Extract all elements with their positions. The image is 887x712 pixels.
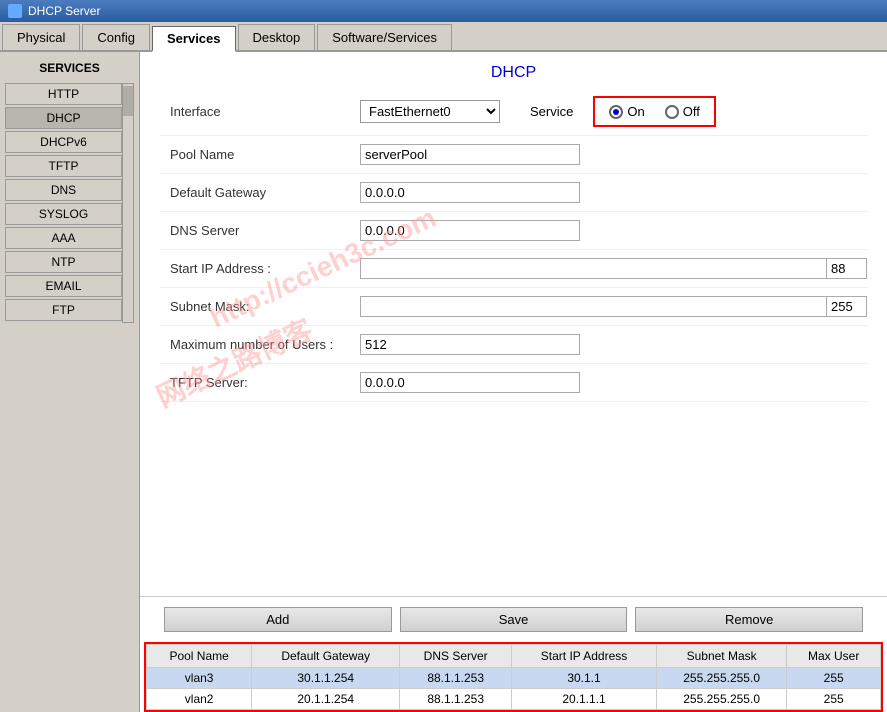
- cell-pool-name: vlan2: [147, 689, 252, 710]
- default-gateway-row: Default Gateway: [160, 174, 867, 212]
- dns-server-row: DNS Server: [160, 212, 867, 250]
- tftp-server-value: [360, 372, 867, 393]
- cell-max-user: 255: [787, 689, 881, 710]
- sidebar-item-aaa[interactable]: AAA: [5, 227, 122, 249]
- content-area: DHCP Interface FastEthernet0 Service On: [140, 52, 887, 712]
- sidebar-list: HTTP DHCP DHCPv6 TFTP DNS SYSLOG AAA NTP…: [5, 83, 122, 323]
- sidebar-item-dns[interactable]: DNS: [5, 179, 122, 201]
- save-button[interactable]: Save: [400, 607, 628, 632]
- sidebar-scrollbar[interactable]: [122, 83, 134, 323]
- title-bar: DHCP Server: [0, 0, 887, 22]
- pool-name-value: [360, 144, 867, 165]
- cell-default-gateway: 30.1.1.254: [252, 668, 400, 689]
- dhcp-table: Pool Name Default Gateway DNS Server Sta…: [146, 644, 881, 710]
- table-header-row: Pool Name Default Gateway DNS Server Sta…: [147, 645, 881, 668]
- col-pool-name: Pool Name: [147, 645, 252, 668]
- service-off-label: Off: [683, 104, 700, 119]
- max-users-value: [360, 334, 867, 355]
- cell-subnet-mask: 255.255.255.0: [656, 689, 787, 710]
- subnet-mask-row: Subnet Mask: 255: [160, 288, 867, 326]
- sidebar-scroll: HTTP DHCP DHCPv6 TFTP DNS SYSLOG AAA NTP…: [5, 83, 134, 323]
- sidebar-item-syslog[interactable]: SYSLOG: [5, 203, 122, 225]
- cell-dns-server: 88.1.1.253: [400, 689, 512, 710]
- sidebar: SERVICES HTTP DHCP DHCPv6 TFTP DNS SYSLO…: [0, 52, 140, 712]
- tab-physical[interactable]: Physical: [2, 24, 80, 50]
- start-ip-label: Start IP Address :: [160, 261, 360, 276]
- cell-default-gateway: 20.1.1.254: [252, 689, 400, 710]
- service-on-label: On: [627, 104, 644, 119]
- cell-subnet-mask: 255.255.255.0: [656, 668, 787, 689]
- tftp-server-label: TFTP Server:: [160, 375, 360, 390]
- buttons-row: Add Save Remove: [140, 596, 887, 642]
- dhcp-title: DHCP: [140, 52, 887, 88]
- tftp-server-row: TFTP Server:: [160, 364, 867, 402]
- max-users-input[interactable]: [360, 334, 580, 355]
- subnet-mask-partial: 255: [827, 296, 867, 317]
- dns-server-input[interactable]: [360, 220, 580, 241]
- cell-start-ip: 20.1.1.1: [512, 689, 657, 710]
- tab-desktop[interactable]: Desktop: [238, 24, 316, 50]
- subnet-mask-value: 255: [360, 296, 867, 317]
- tab-bar: Physical Config Services Desktop Softwar…: [0, 22, 887, 52]
- cell-dns-server: 88.1.1.253: [400, 668, 512, 689]
- interface-label: Interface: [160, 104, 360, 119]
- col-dns-server: DNS Server: [400, 645, 512, 668]
- tab-config[interactable]: Config: [82, 24, 150, 50]
- start-ip-partial: 88: [827, 258, 867, 279]
- col-subnet-mask: Subnet Mask: [656, 645, 787, 668]
- interface-service-row: Interface FastEthernet0 Service On Off: [160, 88, 867, 136]
- remove-button[interactable]: Remove: [635, 607, 863, 632]
- cell-start-ip: 30.1.1: [512, 668, 657, 689]
- service-off-option[interactable]: Off: [665, 104, 700, 119]
- max-users-label: Maximum number of Users :: [160, 337, 360, 352]
- pool-name-label: Pool Name: [160, 147, 360, 162]
- dhcp-table-container: Pool Name Default Gateway DNS Server Sta…: [144, 642, 883, 712]
- default-gateway-input[interactable]: [360, 182, 580, 203]
- col-start-ip: Start IP Address: [512, 645, 657, 668]
- dns-server-value: [360, 220, 867, 241]
- app-icon: [8, 4, 22, 18]
- tftp-server-input[interactable]: [360, 372, 580, 393]
- start-ip-input[interactable]: [360, 258, 827, 279]
- scroll-thumb: [123, 86, 133, 116]
- tab-software-services[interactable]: Software/Services: [317, 24, 452, 50]
- sidebar-item-tftp[interactable]: TFTP: [5, 155, 122, 177]
- max-users-row: Maximum number of Users :: [160, 326, 867, 364]
- service-label: Service: [530, 104, 573, 119]
- pool-name-input[interactable]: [360, 144, 580, 165]
- pool-name-row: Pool Name: [160, 136, 867, 174]
- sidebar-item-dhcpv6[interactable]: DHCPv6: [5, 131, 122, 153]
- col-max-user: Max User: [787, 645, 881, 668]
- start-ip-value: 88: [360, 258, 867, 279]
- default-gateway-label: Default Gateway: [160, 185, 360, 200]
- table-row[interactable]: vlan2 20.1.1.254 88.1.1.253 20.1.1.1 255…: [147, 689, 881, 710]
- interface-value: FastEthernet0 Service On Off: [360, 96, 867, 127]
- sidebar-item-email[interactable]: EMAIL: [5, 275, 122, 297]
- add-button[interactable]: Add: [164, 607, 392, 632]
- cell-max-user: 255: [787, 668, 881, 689]
- subnet-mask-label: Subnet Mask:: [160, 299, 360, 314]
- sidebar-title: SERVICES: [5, 57, 134, 79]
- sidebar-item-dhcp[interactable]: DHCP: [5, 107, 122, 129]
- title-text: DHCP Server: [28, 4, 100, 18]
- default-gateway-value: [360, 182, 867, 203]
- main-container: SERVICES HTTP DHCP DHCPv6 TFTP DNS SYSLO…: [0, 52, 887, 712]
- table-row[interactable]: vlan3 30.1.1.254 88.1.1.253 30.1.1 255.2…: [147, 668, 881, 689]
- subnet-mask-input[interactable]: [360, 296, 827, 317]
- cell-pool-name: vlan3: [147, 668, 252, 689]
- radio-on-dot: [609, 105, 623, 119]
- service-on-option[interactable]: On: [609, 104, 644, 119]
- radio-off-dot: [665, 105, 679, 119]
- form-area: Interface FastEthernet0 Service On Off: [140, 88, 887, 596]
- start-ip-row: Start IP Address : 88: [160, 250, 867, 288]
- interface-select[interactable]: FastEthernet0: [360, 100, 500, 123]
- sidebar-item-ntp[interactable]: NTP: [5, 251, 122, 273]
- service-radio-group: On Off: [593, 96, 715, 127]
- col-default-gateway: Default Gateway: [252, 645, 400, 668]
- tab-services[interactable]: Services: [152, 26, 236, 52]
- sidebar-item-ftp[interactable]: FTP: [5, 299, 122, 321]
- dns-server-label: DNS Server: [160, 223, 360, 238]
- sidebar-item-http[interactable]: HTTP: [5, 83, 122, 105]
